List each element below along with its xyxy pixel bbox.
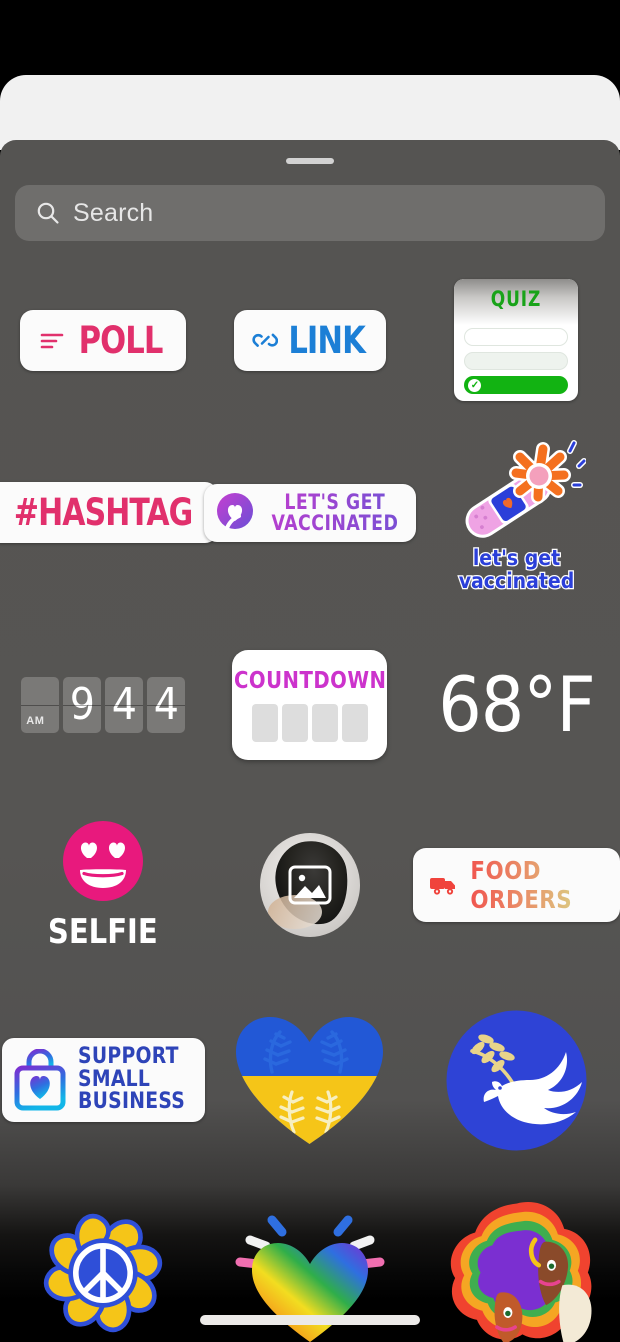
food-orders-sticker[interactable]: FOOD ORDERS <box>413 848 620 922</box>
link-label: LINK <box>288 318 366 362</box>
sticker-cell <box>413 995 620 1165</box>
countdown-slots <box>251 704 368 742</box>
vaccinated-flower-line-2: vaccinated <box>457 568 575 593</box>
food-orders-label: FOOD ORDERS <box>471 856 601 914</box>
clock-digit-min-ones: 4 <box>153 679 179 730</box>
sticker-row-4: SELFIE FOOD ORDERS <box>0 805 620 965</box>
peace-flower-sticker[interactable] <box>23 1198 183 1342</box>
sticker-cell <box>207 805 414 965</box>
delivery-truck-icon <box>430 878 456 895</box>
vaccinated-badge-text: LET'S GET VACCINATED <box>266 489 404 535</box>
vaccinated-flower-caption: let's get vaccinated <box>457 546 575 593</box>
sticker-cell: 68°F <box>413 630 620 780</box>
ssb-line-2: SMALL <box>77 1066 151 1092</box>
clock-digit-hour: 9 <box>69 679 95 730</box>
sticker-cell: AM 9 4 4 <box>0 630 207 780</box>
quiz-sticker[interactable]: QUIZ ✓ <box>454 279 579 401</box>
quiz-option-2[interactable] <box>464 352 569 370</box>
flower-bandaid-icon <box>466 440 587 539</box>
support-small-business-text: SUPPORT SMALL BUSINESS <box>77 1044 191 1115</box>
ukraine-heart-sticker[interactable] <box>232 1010 387 1150</box>
sticker-cell: let's get vaccinated <box>413 425 620 600</box>
sticker-cell <box>0 1198 207 1342</box>
sticker-cell <box>207 995 414 1165</box>
clock-meridiem-tile: AM <box>21 677 60 733</box>
shopping-bag-heart-icon <box>14 1049 66 1111</box>
countdown-slot <box>341 704 368 742</box>
sticker-cell: COUNTDOWN <box>207 630 414 780</box>
sticker-cell: POLL <box>0 275 207 405</box>
link-sticker[interactable]: LINK <box>233 309 387 371</box>
vaccinated-flower-line-1: let's get <box>472 546 562 571</box>
pride-faces-sticker[interactable] <box>429 1198 604 1342</box>
clock-digit-tile: 9 <box>63 677 102 733</box>
sticker-cell: LET'S GET VACCINATED <box>203 425 416 600</box>
countdown-slot <box>251 704 278 742</box>
sticker-row-3: AM 9 4 4 COUNTDOWN 68°F <box>0 630 620 780</box>
vaccinated-line-1: LET'S GET <box>284 489 386 514</box>
sticker-cell: #HASHTAG <box>0 425 219 600</box>
phone-screen: Search POLL LINK QUIZ ✓ #HASHTAG LET'S G… <box>0 0 620 1342</box>
story-editor-sheet <box>0 75 620 150</box>
sticker-row-2: #HASHTAG LET'S GET VACCINATED let's get … <box>0 425 620 600</box>
search-input[interactable]: Search <box>15 185 605 241</box>
selfie-sticker[interactable]: SELFIE <box>45 818 161 952</box>
selfie-label: SELFIE <box>48 912 159 952</box>
photo-sticker[interactable] <box>259 833 360 937</box>
heart-eyes-face-icon <box>63 821 144 901</box>
countdown-slot <box>281 704 308 742</box>
quiz-option-3-correct[interactable]: ✓ <box>464 376 569 394</box>
search-placeholder: Search <box>73 198 154 227</box>
link-chain-icon <box>252 333 278 347</box>
clock-sticker[interactable]: AM 9 4 4 <box>21 677 186 733</box>
sticker-cell <box>413 1198 620 1342</box>
clock-digit-tile: 4 <box>105 677 144 733</box>
hashtag-label: #HASHTAG <box>14 491 193 534</box>
vaccinated-flower-bandaid-sticker[interactable]: let's get vaccinated <box>446 433 587 593</box>
quiz-option-1[interactable] <box>464 328 569 346</box>
hashtag-sticker[interactable]: #HASHTAG <box>0 482 219 543</box>
photo-frame-icon <box>288 865 332 905</box>
drag-handle[interactable] <box>286 158 334 164</box>
sticker-cell: LINK <box>207 275 414 405</box>
peace-dove-sticker[interactable] <box>444 1008 589 1153</box>
clock-digit-min-tens: 4 <box>111 679 137 730</box>
clock-meridiem: AM <box>26 715 45 727</box>
ssb-line-1: SUPPORT <box>77 1044 179 1070</box>
support-small-business-sticker[interactable]: SUPPORT SMALL BUSINESS <box>1 1038 205 1122</box>
sticker-cell: FOOD ORDERS <box>413 805 620 965</box>
sticker-row-5: SUPPORT SMALL BUSINESS <box>0 995 620 1165</box>
sticker-tray: Search POLL LINK QUIZ ✓ #HASHTAG LET'S G… <box>0 140 620 1342</box>
search-icon <box>37 202 59 224</box>
sticker-row-1: POLL LINK QUIZ ✓ <box>0 275 620 405</box>
clock-digit-tile: 4 <box>147 677 186 733</box>
poll-sticker[interactable]: POLL <box>20 309 187 371</box>
heart-ribbon-icon <box>216 492 253 530</box>
countdown-label: COUNTDOWN <box>233 668 387 694</box>
ssb-line-3: BUSINESS <box>77 1089 186 1115</box>
quiz-title: QUIZ <box>491 287 542 311</box>
vaccinated-line-2: VACCINATED <box>271 510 399 535</box>
countdown-slot <box>311 704 338 742</box>
home-indicator[interactable] <box>200 1315 420 1325</box>
sticker-cell: QUIZ ✓ <box>413 275 620 405</box>
temperature-sticker[interactable]: 68°F <box>438 667 595 743</box>
poll-bars-icon <box>40 333 64 349</box>
sticker-cell: SUPPORT SMALL BUSINESS <box>0 995 207 1165</box>
poll-label: POLL <box>78 318 164 362</box>
lets-get-vaccinated-badge[interactable]: LET'S GET VACCINATED <box>203 483 416 542</box>
sticker-cell: SELFIE <box>0 805 207 965</box>
check-icon: ✓ <box>468 378 482 392</box>
countdown-sticker[interactable]: COUNTDOWN <box>232 650 388 760</box>
